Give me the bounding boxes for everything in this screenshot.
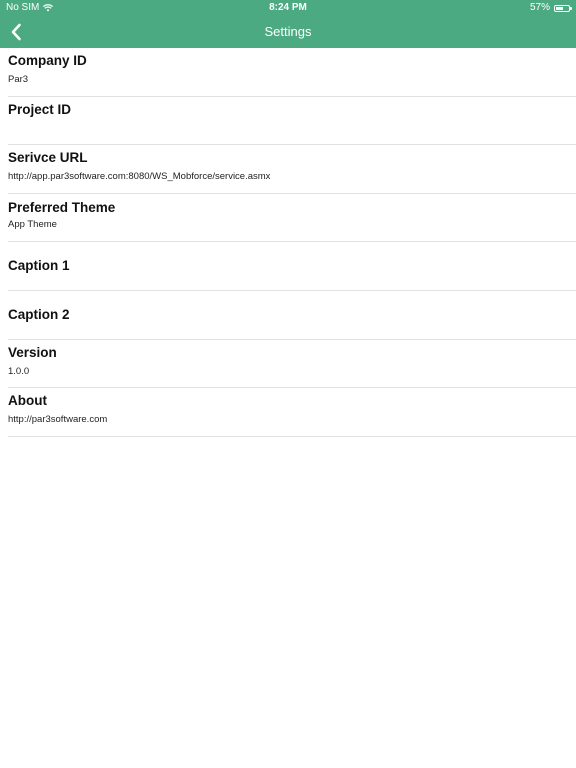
setting-service-url[interactable]: Serivce URL http://app.par3software.com:… <box>8 145 576 194</box>
setting-label: Caption 2 <box>8 306 70 322</box>
setting-version: Version 1.0.0 <box>8 340 576 389</box>
status-bar: No SIM 8:24 PM 57% <box>0 0 576 16</box>
setting-label: Version <box>8 344 57 360</box>
navigation-bar: Settings <box>0 16 576 48</box>
setting-label: Caption 1 <box>8 258 70 274</box>
settings-screen: No SIM 8:24 PM 57% Settings Company ID P… <box>0 0 576 768</box>
battery-fill <box>556 6 563 10</box>
setting-value: http://app.par3software.com:8080/WS_Mobf… <box>8 171 271 183</box>
setting-value: 1.0.0 <box>8 365 30 377</box>
setting-value: Par3 <box>8 74 29 85</box>
setting-value: App Theme <box>8 218 57 230</box>
setting-company-id[interactable]: Company ID Par3 <box>8 48 576 97</box>
setting-label: Preferred Theme <box>8 199 116 215</box>
setting-caption-1[interactable]: Caption 1 <box>8 242 576 291</box>
setting-label: About <box>8 393 47 409</box>
settings-list: Company ID Par3 Project ID Serivce URL h… <box>0 48 576 437</box>
setting-label: Serivce URL <box>8 150 88 166</box>
status-right: 57% <box>529 0 572 16</box>
page-title: Settings <box>264 24 312 39</box>
setting-caption-2[interactable]: Caption 2 <box>8 291 576 340</box>
battery-percent: 57% <box>529 2 550 13</box>
header: No SIM 8:24 PM 57% Settings <box>0 0 576 48</box>
setting-project-id[interactable]: Project ID <box>8 97 576 146</box>
status-time: 8:24 PM <box>269 2 307 13</box>
setting-label: Company ID <box>8 53 87 68</box>
setting-about[interactable]: About http://par3software.com <box>8 388 576 437</box>
setting-label: Project ID <box>8 101 72 117</box>
battery-icon <box>554 4 572 12</box>
setting-value[interactable]: http://par3software.com <box>8 414 107 425</box>
setting-preferred-theme[interactable]: Preferred Theme App Theme <box>8 194 576 243</box>
